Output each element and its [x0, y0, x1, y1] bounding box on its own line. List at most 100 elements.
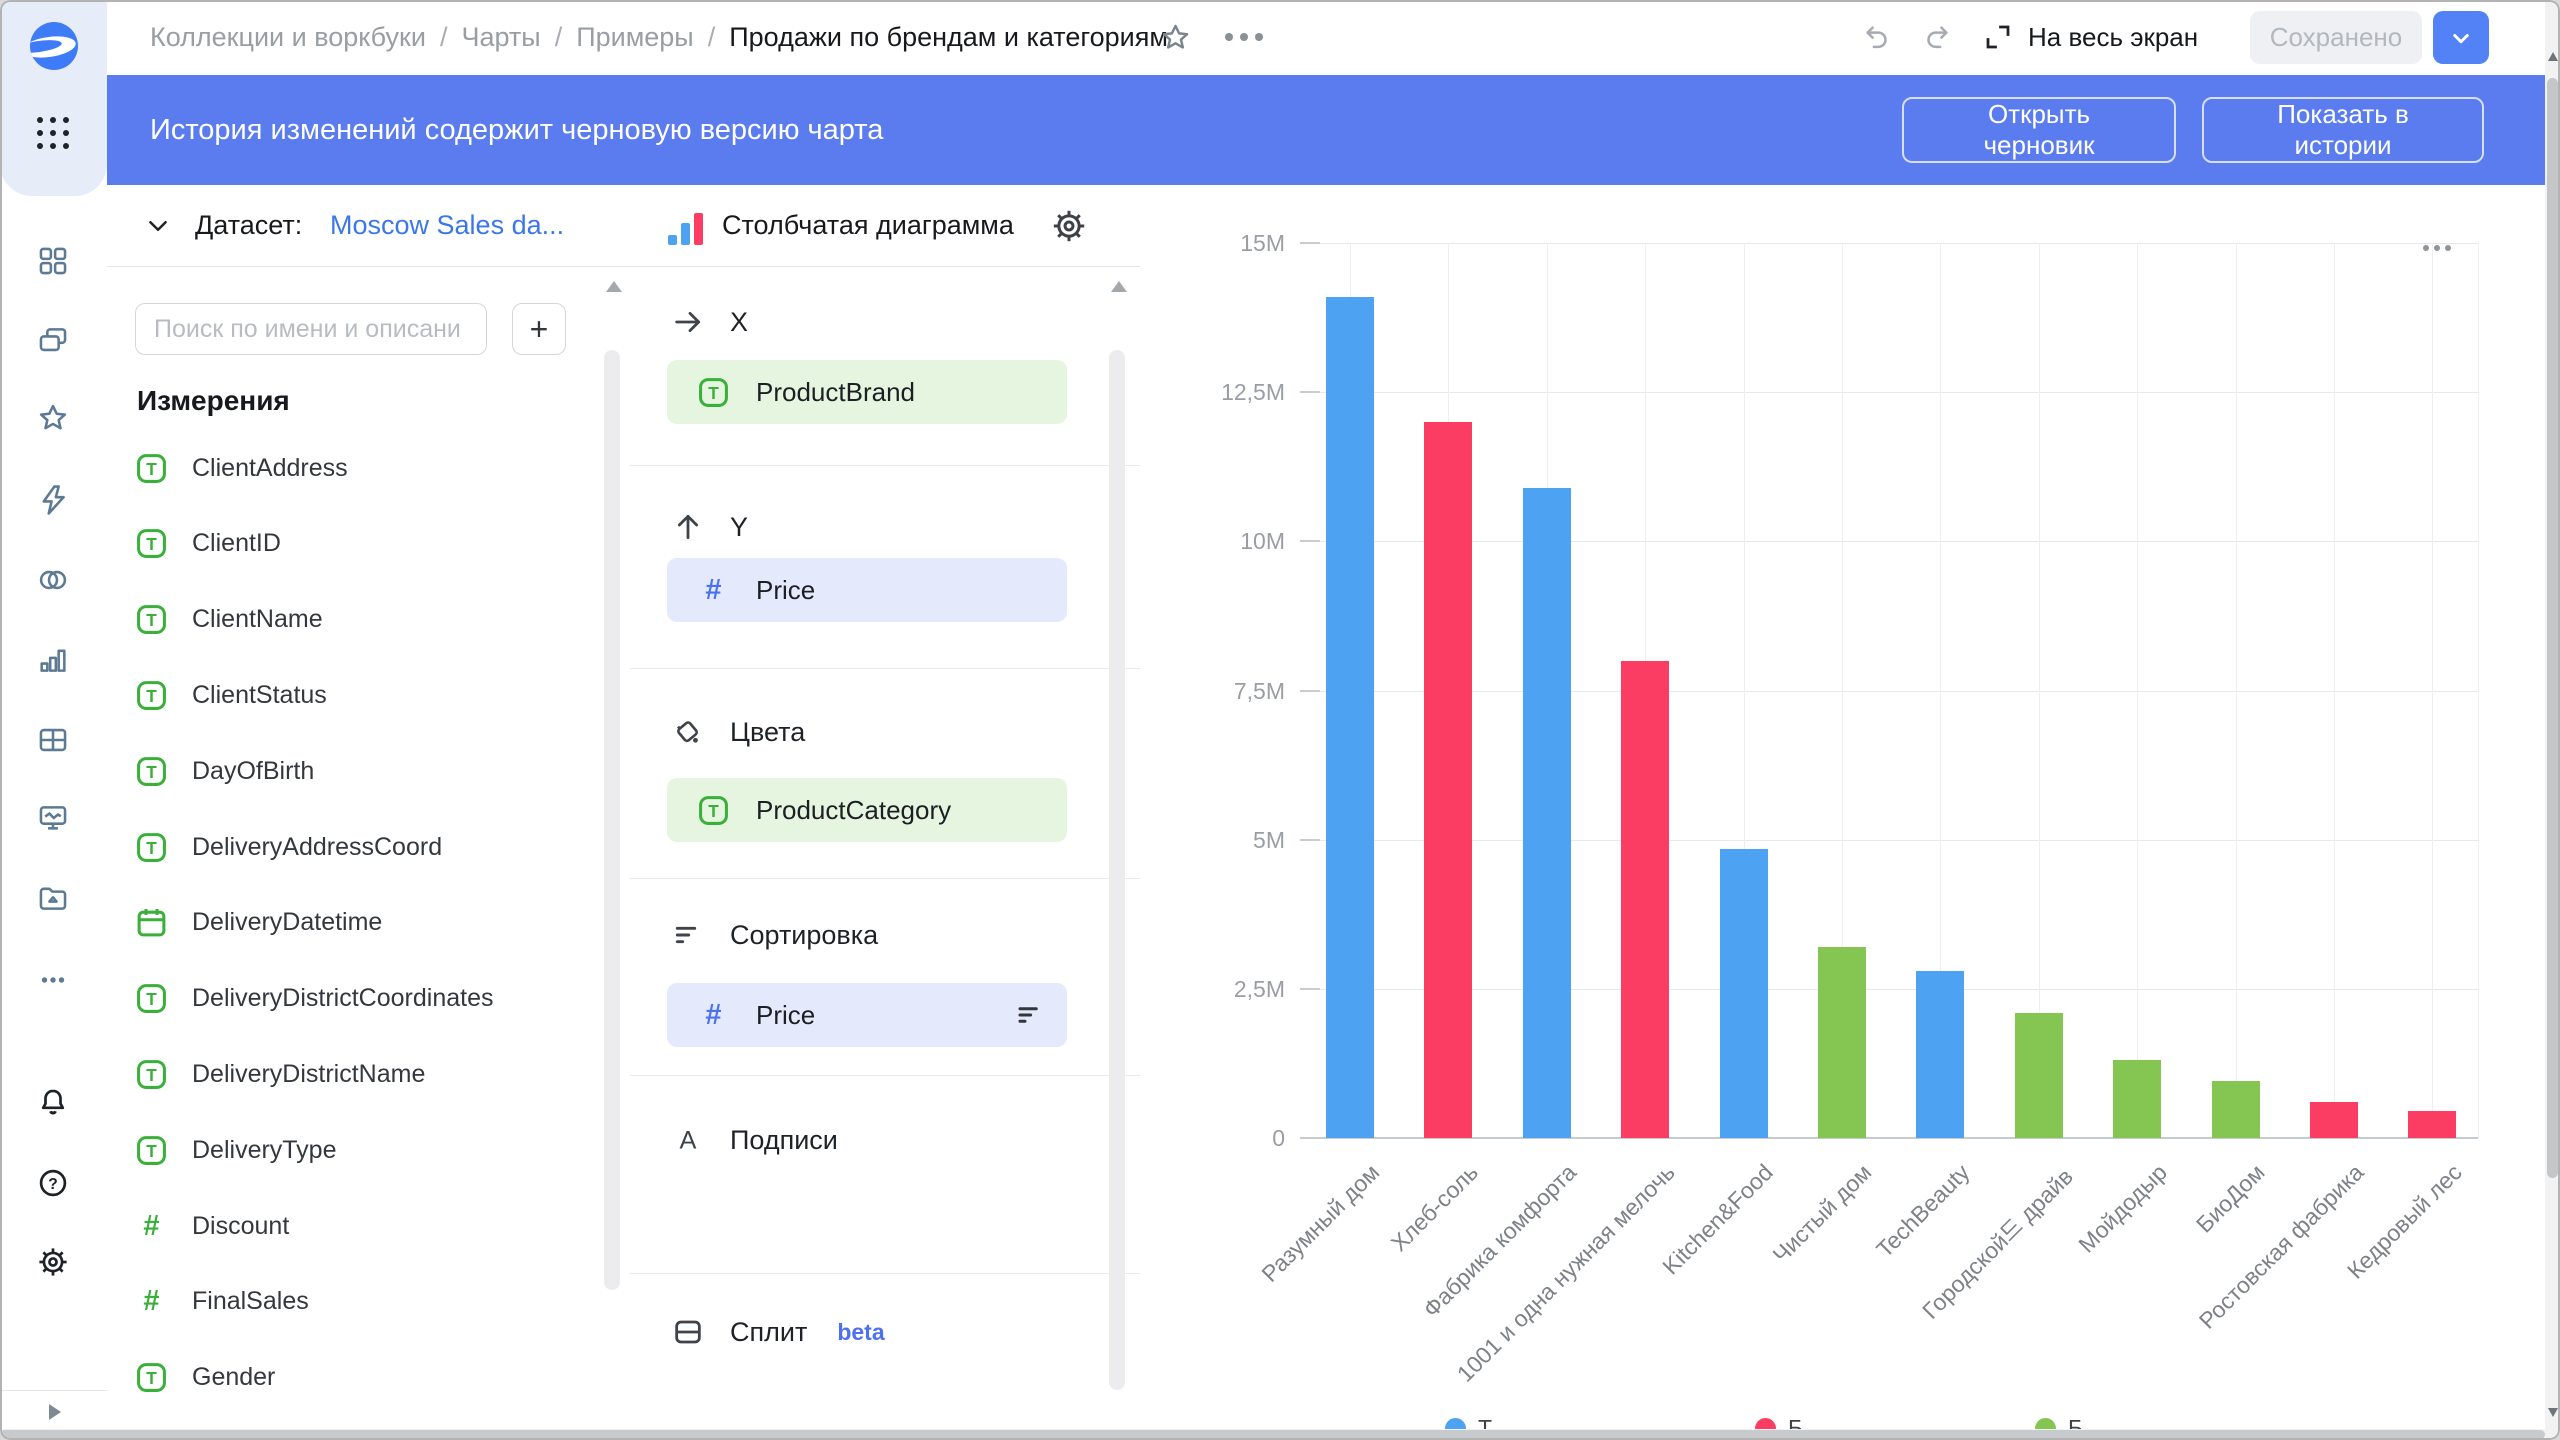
gridline: [1302, 989, 2478, 990]
y-tick-label: 12,5M: [1140, 379, 1285, 406]
scroll-down-arrow-icon[interactable]: [2548, 1408, 2558, 1417]
horizontal-scrollbar-thumb[interactable]: [0, 1430, 2545, 1439]
config-section-y: Y: [672, 505, 748, 549]
field-row[interactable]: TDeliveryType: [135, 1124, 575, 1176]
files-folder-icon[interactable]: [36, 881, 70, 915]
bar-Городской드 драйв[interactable]: [2015, 1013, 2063, 1138]
vertical-scrollbar[interactable]: [2545, 0, 2560, 1440]
field-pill-productcategory[interactable]: TProductCategory: [667, 778, 1067, 842]
undo-icon[interactable]: [1862, 22, 1892, 52]
navigation-grid-icon[interactable]: [36, 244, 70, 278]
expand-sidebar-icon[interactable]: [42, 1400, 66, 1424]
field-pill-price[interactable]: #Price: [667, 983, 1067, 1047]
favorite-star-icon[interactable]: [1159, 21, 1192, 54]
panel-scroll-up-icon[interactable]: [606, 281, 622, 292]
dashboards-icon[interactable]: [36, 723, 70, 757]
save-dropdown-button[interactable]: [2433, 11, 2489, 64]
charts-icon[interactable]: [36, 643, 70, 677]
field-pill-productbrand[interactable]: TProductBrand: [667, 360, 1067, 424]
field-row[interactable]: TDayOfBirth: [135, 745, 575, 797]
datasets-icon[interactable]: [36, 563, 70, 597]
bar-Фабрика комфорта[interactable]: [1523, 488, 1571, 1138]
axis-tick: [1300, 690, 1320, 692]
field-name: FinalSales: [192, 1287, 309, 1316]
panel-scroll-up-icon[interactable]: [1111, 281, 1127, 292]
bar-Kitchen&Food[interactable]: [1720, 849, 1768, 1138]
column-chart-icon[interactable]: [668, 207, 708, 245]
breadcrumb-item[interactable]: Примеры: [576, 22, 694, 53]
field-name: Gender: [192, 1363, 275, 1392]
bar-Кедровый лес[interactable]: [2408, 1111, 2456, 1138]
field-row[interactable]: TClientStatus: [135, 669, 575, 721]
bar-1001 и одна нужная мелочь[interactable]: [1621, 661, 1669, 1138]
show-history-button[interactable]: Показать в истории: [2202, 97, 2484, 163]
bar-Чистый дом[interactable]: [1818, 947, 1866, 1138]
string-field-icon: T: [697, 376, 730, 409]
fullscreen-label[interactable]: На весь экран: [2028, 0, 2198, 75]
sort-icon: [672, 919, 704, 951]
x-category-label: Разумный дом: [1256, 1159, 1385, 1288]
horizontal-scrollbar[interactable]: [0, 1429, 2545, 1440]
more-actions-icon[interactable]: [1225, 33, 1263, 41]
field-row[interactable]: #Discount: [135, 1200, 575, 1252]
help-icon[interactable]: ?: [36, 1166, 70, 1200]
string-field-icon: T: [135, 527, 168, 560]
banner-text: История изменений содержит черновую верс…: [150, 75, 883, 185]
field-row[interactable]: TGender: [135, 1352, 575, 1404]
add-field-button[interactable]: +: [512, 303, 566, 355]
panel-scrollbar[interactable]: [1109, 350, 1125, 1390]
chevron-down-icon[interactable]: [145, 213, 171, 239]
panel-scrollbar[interactable]: [604, 350, 620, 1290]
breadcrumb-item[interactable]: Чарты: [461, 22, 540, 53]
chart-settings-gear-icon[interactable]: [1050, 207, 1088, 245]
field-pill-price[interactable]: #Price: [667, 558, 1067, 622]
field-row[interactable]: TClientAddress: [135, 442, 575, 494]
field-search-input[interactable]: [135, 303, 487, 355]
notifications-bell-icon[interactable]: [36, 1086, 70, 1120]
collections-icon[interactable]: [36, 323, 70, 357]
field-row[interactable]: TClientID: [135, 518, 575, 570]
bar-Разумный дом[interactable]: [1326, 297, 1374, 1138]
apps-menu-icon[interactable]: [37, 117, 71, 151]
datalens-logo[interactable]: [30, 22, 78, 70]
dataset-name-link[interactable]: Moscow Sales da...: [330, 185, 564, 266]
config-section-сортировка: Сортировка: [672, 913, 878, 957]
save-status-button[interactable]: Сохранено: [2250, 11, 2422, 64]
connections-lightning-icon[interactable]: [36, 483, 70, 517]
field-row[interactable]: DeliveryDatetime: [135, 897, 575, 949]
string-field-icon: T: [135, 831, 168, 864]
favorites-star-icon[interactable]: [36, 401, 70, 435]
editor-monitor-icon[interactable]: [36, 801, 70, 835]
chart-menu-icon[interactable]: [2423, 245, 2451, 251]
config-header: Столбчатая диаграмма: [630, 185, 1140, 267]
string-field-icon: T: [135, 1058, 168, 1091]
field-row[interactable]: TClientName: [135, 594, 575, 646]
chart-type-title[interactable]: Столбчатая диаграмма: [722, 185, 1014, 266]
redo-icon[interactable]: [1922, 22, 1952, 52]
bar-TechBeauty[interactable]: [1916, 971, 1964, 1138]
settings-gear-icon[interactable]: [36, 1245, 70, 1279]
svg-text:T: T: [146, 610, 157, 630]
section-label: Y: [730, 512, 748, 543]
field-row[interactable]: TDeliveryAddressCoord: [135, 821, 575, 873]
breadcrumb-separator: /: [440, 22, 448, 53]
open-draft-button[interactable]: Открыть черновик: [1902, 97, 2176, 163]
field-row[interactable]: TDeliveryDistrictName: [135, 1048, 575, 1100]
bar-Ростовская фабрика[interactable]: [2310, 1102, 2358, 1138]
field-row[interactable]: # FinalSales: [135, 1276, 575, 1328]
svg-text:T: T: [146, 989, 157, 1009]
field-row[interactable]: TDeliveryDistrictCoordinates: [135, 973, 575, 1025]
vertical-scrollbar-thumb[interactable]: [2547, 78, 2558, 1178]
breadcrumb-current: Продажи по брендам и категориям: [729, 22, 1168, 53]
breadcrumb: Коллекции и воркбуки/Чарты/Примеры/Прода…: [150, 0, 1168, 75]
breadcrumb-item[interactable]: Коллекции и воркбуки: [150, 22, 426, 53]
y-tick-label: 7,5M: [1140, 678, 1285, 705]
more-icon[interactable]: [36, 963, 70, 997]
bar-Мойдодыр[interactable]: [2113, 1060, 2161, 1138]
fullscreen-icon[interactable]: [1983, 22, 2013, 52]
scroll-up-arrow-icon[interactable]: [2548, 52, 2558, 61]
number-field-icon: #: [135, 1285, 168, 1318]
bar-БиоДом[interactable]: [2212, 1081, 2260, 1138]
bar-Хлеб-соль[interactable]: [1424, 422, 1472, 1138]
pill-sort-icon[interactable]: [1015, 1000, 1045, 1030]
